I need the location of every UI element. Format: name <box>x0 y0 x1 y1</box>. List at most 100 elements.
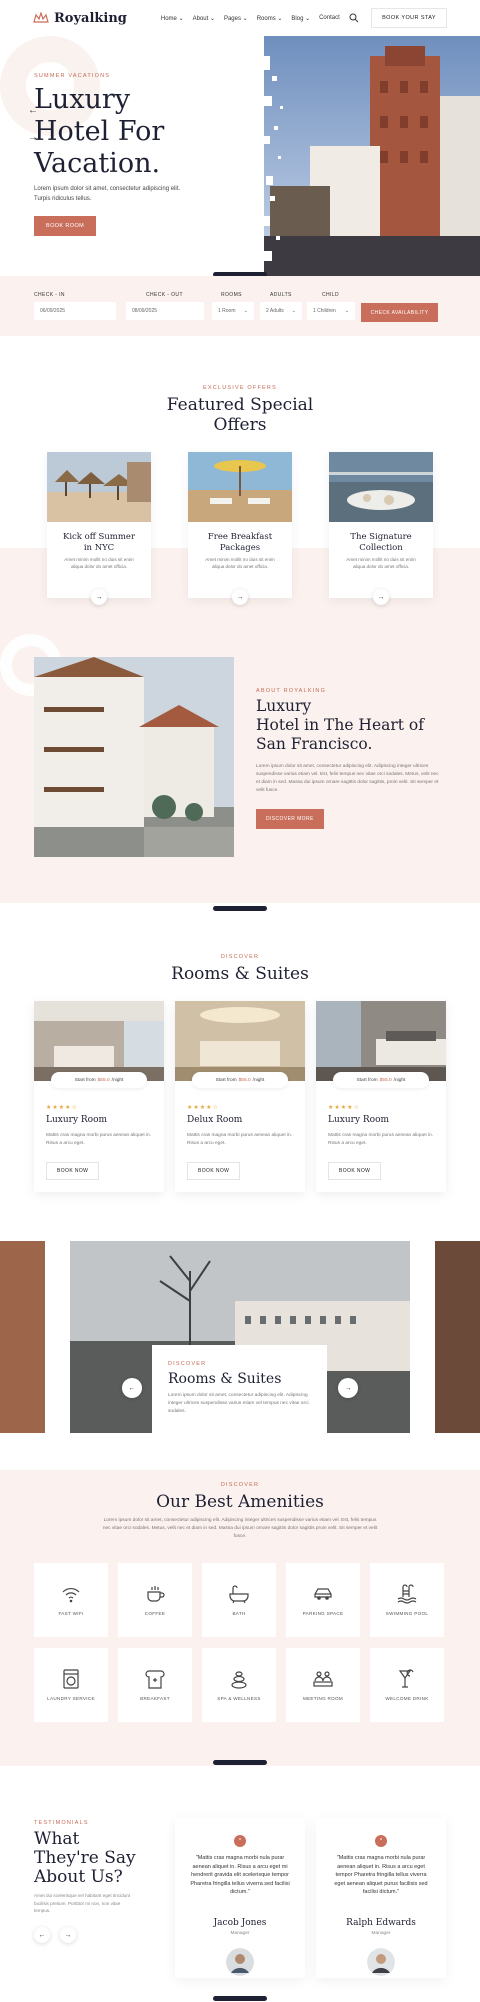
book-now-button[interactable]: BOOK NOW <box>46 1162 100 1180</box>
rating-stars-icon: ★★★★☆ <box>46 1105 78 1111</box>
logo[interactable]: Royalking <box>33 11 127 26</box>
about-title: Luxury Hotel in The Heart of San Francis… <box>256 697 446 754</box>
offer-card[interactable]: Kick off Summer in NYC Amet minim mollit… <box>47 452 151 605</box>
amenity-card: BREAKFAST <box>118 1648 192 1722</box>
room-card[interactable]: Start from $55.0/night ★★★★☆ Luxury Room … <box>316 1001 446 1192</box>
nav-about[interactable]: About ⌄ <box>193 15 215 22</box>
testimonial-role: Manager <box>371 1931 391 1936</box>
amenities-title: Our Best Amenities <box>156 1492 324 1512</box>
hero-city-image <box>250 36 480 276</box>
offer-title-line: Kick off Summer <box>62 532 136 542</box>
testimonial-role: Manager <box>230 1931 250 1936</box>
hero-text: Lorem ipsum dolor sit amet, consectetur … <box>34 186 181 202</box>
arrow-right-icon[interactable]: → <box>373 589 389 605</box>
adults-value: 2 Adults <box>266 308 284 314</box>
amenities-intro: Lorem ipsum dolor sit amet, consectetur … <box>102 1518 378 1539</box>
next-arrow-icon[interactable]: → <box>60 1927 76 1943</box>
hero-title-line: Hotel For <box>34 116 165 147</box>
offer-card[interactable]: Free Breakfast Packages Amet minim molli… <box>188 452 292 605</box>
testimonial-card: “ "Mattis cras magna morbi nula purar ae… <box>316 1818 446 1978</box>
testimonial-name: Jacob Jones <box>213 1918 267 1928</box>
book-room-button[interactable]: BOOK ROOM <box>34 216 97 236</box>
nav-blog[interactable]: Blog ⌄ <box>291 15 310 22</box>
discover-more-button[interactable]: DISCOVER MORE <box>256 809 324 829</box>
offer-text: Amet minim mollit no duis sit enim aliqu… <box>346 557 416 569</box>
check-availability-button[interactable]: CHECK AVAILABILITY <box>361 303 438 322</box>
gallery-title: Rooms & Suites <box>168 1371 282 1387</box>
washer-icon <box>63 1669 79 1689</box>
offer-image-beach-huts <box>47 452 151 522</box>
about-hotel-image <box>34 657 234 857</box>
spa-icon <box>231 1671 247 1689</box>
prev-arrow-icon[interactable]: ← <box>122 1378 142 1398</box>
nav-contact[interactable]: Contact <box>319 15 340 22</box>
child-label: CHILD <box>322 292 340 298</box>
book-now-button[interactable]: BOOK NOW <box>328 1162 382 1180</box>
book-now-button[interactable]: BOOK NOW <box>187 1162 241 1180</box>
prev-slide-arrow-icon[interactable]: ← <box>28 105 38 116</box>
room-card[interactable]: Start from $55.0/night ★★★★☆ Delux Room M… <box>175 1001 305 1192</box>
checkout-field: CHECK - OUT 08/09/2025 <box>126 292 204 320</box>
rating-stars-icon: ★★★★☆ <box>187 1105 219 1111</box>
gallery-eyebrow: DISCOVER <box>168 1361 207 1367</box>
amenity-card: SWIMMING POOL <box>370 1563 444 1637</box>
avatar <box>226 1948 254 1976</box>
testimonials-title: What They're Say About Us? <box>34 1830 144 1887</box>
hero-title: Luxury Hotel For Vacation. <box>34 84 244 180</box>
rooms-value: 1 Room <box>218 308 236 314</box>
about-text: Lorem ipsum dolor sit amet, consectetur … <box>256 764 439 793</box>
amenity-label: BATH <box>232 1611 246 1616</box>
hero-title-line: Luxury <box>34 84 131 115</box>
hero-eyebrow: SUMMER VACATIONS <box>34 73 111 79</box>
nav-rooms[interactable]: Rooms ⌄ <box>257 15 283 22</box>
nav-home[interactable]: Home ⌄ <box>161 15 184 22</box>
amenity-label: FAST WIFI <box>58 1611 84 1616</box>
checkin-value: 06/09/2025 <box>40 308 66 314</box>
bread-icon <box>145 1670 165 1689</box>
arrow-right-icon[interactable]: → <box>232 589 248 605</box>
rooms-select[interactable]: 1 Room ⌄ <box>212 302 254 320</box>
amenity-card: LAUNDRY SERVICE <box>34 1648 108 1722</box>
offer-title-line: Collection <box>359 543 403 553</box>
adults-field: ADULTS 2 Adults ⌄ <box>260 292 302 320</box>
quote-icon: “ <box>375 1835 387 1847</box>
adults-select[interactable]: 2 Adults ⌄ <box>260 302 302 320</box>
arrow-right-icon[interactable]: → <box>91 589 107 605</box>
child-select[interactable]: 1 Children ⌄ <box>307 302 355 320</box>
booking-bar: CHECK - IN 06/09/2025 CHECK - OUT 08/09/… <box>0 276 480 336</box>
car-icon <box>314 1588 332 1600</box>
prev-arrow-icon[interactable]: ← <box>34 1927 50 1943</box>
offers-eyebrow: EXCLUSIVE OFFERS <box>203 385 277 391</box>
testimonials-title-line: What <box>34 1829 80 1849</box>
offer-text: Amet minim mollit no duis sit enim aliqu… <box>205 557 275 569</box>
amenity-card: PARKING SPACE <box>286 1563 360 1637</box>
price-prefix: Start from <box>356 1077 378 1083</box>
room-card[interactable]: Start from $55.0/night ★★★★☆ Luxury Room … <box>34 1001 164 1192</box>
amenity-label: SWIMMING POOL <box>385 1611 429 1616</box>
amenity-card: FAST WIFI <box>34 1563 108 1637</box>
offers-title: Featured Special Offers <box>0 395 480 435</box>
room-price: Start from $55.0/night <box>333 1072 429 1088</box>
amenity-label: WELCOME DRINK <box>385 1696 429 1701</box>
offer-title-line: The Signature <box>350 532 412 542</box>
amenity-card: SPA & WELLNESS <box>202 1648 276 1722</box>
price-value: $55.0 <box>238 1077 251 1083</box>
nav-pages[interactable]: Pages ⌄ <box>224 15 248 22</box>
checkin-input[interactable]: 06/09/2025 <box>34 302 116 320</box>
amenity-label: LAUNDRY SERVICE <box>47 1696 95 1701</box>
search-icon[interactable] <box>349 13 359 23</box>
about-title-line: Luxury <box>256 697 312 715</box>
next-slide-arrow-icon[interactable]: → <box>28 132 38 143</box>
amenity-label: BREAKFAST <box>140 1696 170 1701</box>
chevron-down-icon: ⌄ <box>344 308 349 314</box>
price-value: $55.0 <box>379 1077 392 1083</box>
bath-icon <box>229 1585 249 1604</box>
price-prefix: Start from <box>215 1077 237 1083</box>
book-your-stay-button[interactable]: BOOK YOUR STAY <box>371 8 447 28</box>
checkout-input[interactable]: 08/09/2025 <box>126 302 204 320</box>
price-value: $55.0 <box>97 1077 110 1083</box>
wifi-icon <box>62 1588 80 1603</box>
offer-card[interactable]: The Signature Collection Amet minim moll… <box>329 452 433 605</box>
checkout-value: 08/09/2025 <box>132 308 158 314</box>
next-arrow-icon[interactable]: → <box>338 1378 358 1398</box>
